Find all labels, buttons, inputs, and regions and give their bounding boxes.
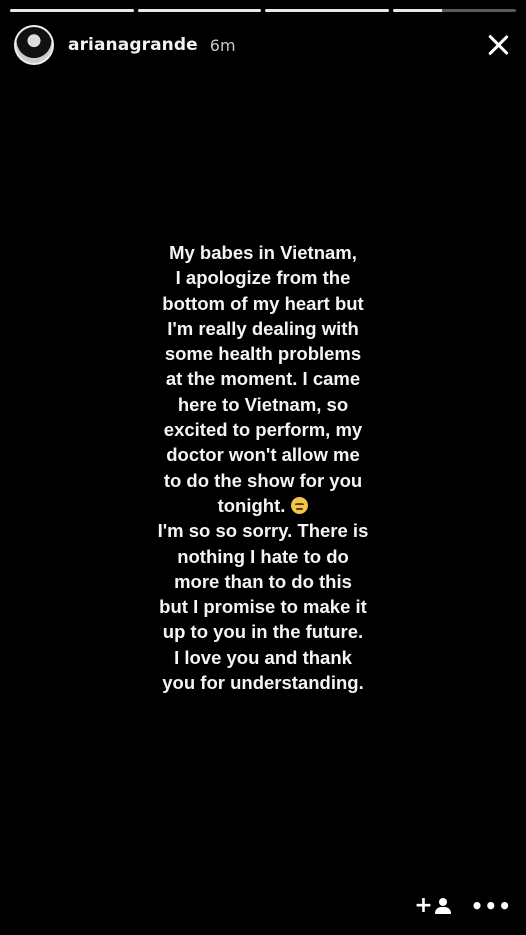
progress-fill [137,9,261,12]
story-line: at the moment. I came [165,368,361,390]
person-icon [434,898,451,914]
pensive-face-icon [291,496,309,514]
progress-segment [392,9,516,12]
more-options-icon[interactable]: ••• [471,896,512,916]
story-line: here to Vietnam, so [177,393,349,415]
story-line: but I promise to make it [159,596,367,618]
person-head [438,898,447,906]
username[interactable]: arianagrande [68,35,198,55]
story-header: arianagrande 6m [14,24,512,66]
story-line: more than to do this [174,570,352,592]
story-line: tonight. [217,494,286,516]
story-line: doctor won't allow me [166,444,360,466]
close-icon[interactable] [484,31,512,59]
story-line: I love you and thank [174,646,352,668]
add-friend-button[interactable]: + [414,893,451,918]
story-line: nothing I hate to do [177,545,349,567]
story-line: to do the show for you [163,469,363,491]
person-body [434,907,451,914]
progress-fill [265,9,389,12]
story-line: bottom of my heart but [162,292,364,314]
story-actions: + ••• [414,895,512,917]
post-time: 6m [209,35,236,55]
story-line: I apologize from the [175,267,351,289]
progress-fill [10,9,134,12]
story-line: I'm so so sorry. There is [157,520,369,542]
story-message: My babes in Vietnam, I apologize from th… [40,240,486,695]
avatar[interactable] [14,25,54,65]
story-progress-bars [10,9,516,12]
story-line: excited to perform, my [163,419,363,441]
story-line: My babes in Vietnam, [169,242,357,263]
story-line: up to you in the future. [162,621,364,643]
progress-segment [265,9,389,12]
plus-icon: + [414,893,433,918]
progress-fill [392,9,442,12]
story-line-with-emoji: tonight. [40,493,486,518]
story-line: I'm really dealing with [167,317,359,339]
story-line: you for understanding. [162,672,364,694]
progress-segment [10,9,134,12]
progress-segment [137,9,261,12]
story-line: some health problems [164,343,362,365]
